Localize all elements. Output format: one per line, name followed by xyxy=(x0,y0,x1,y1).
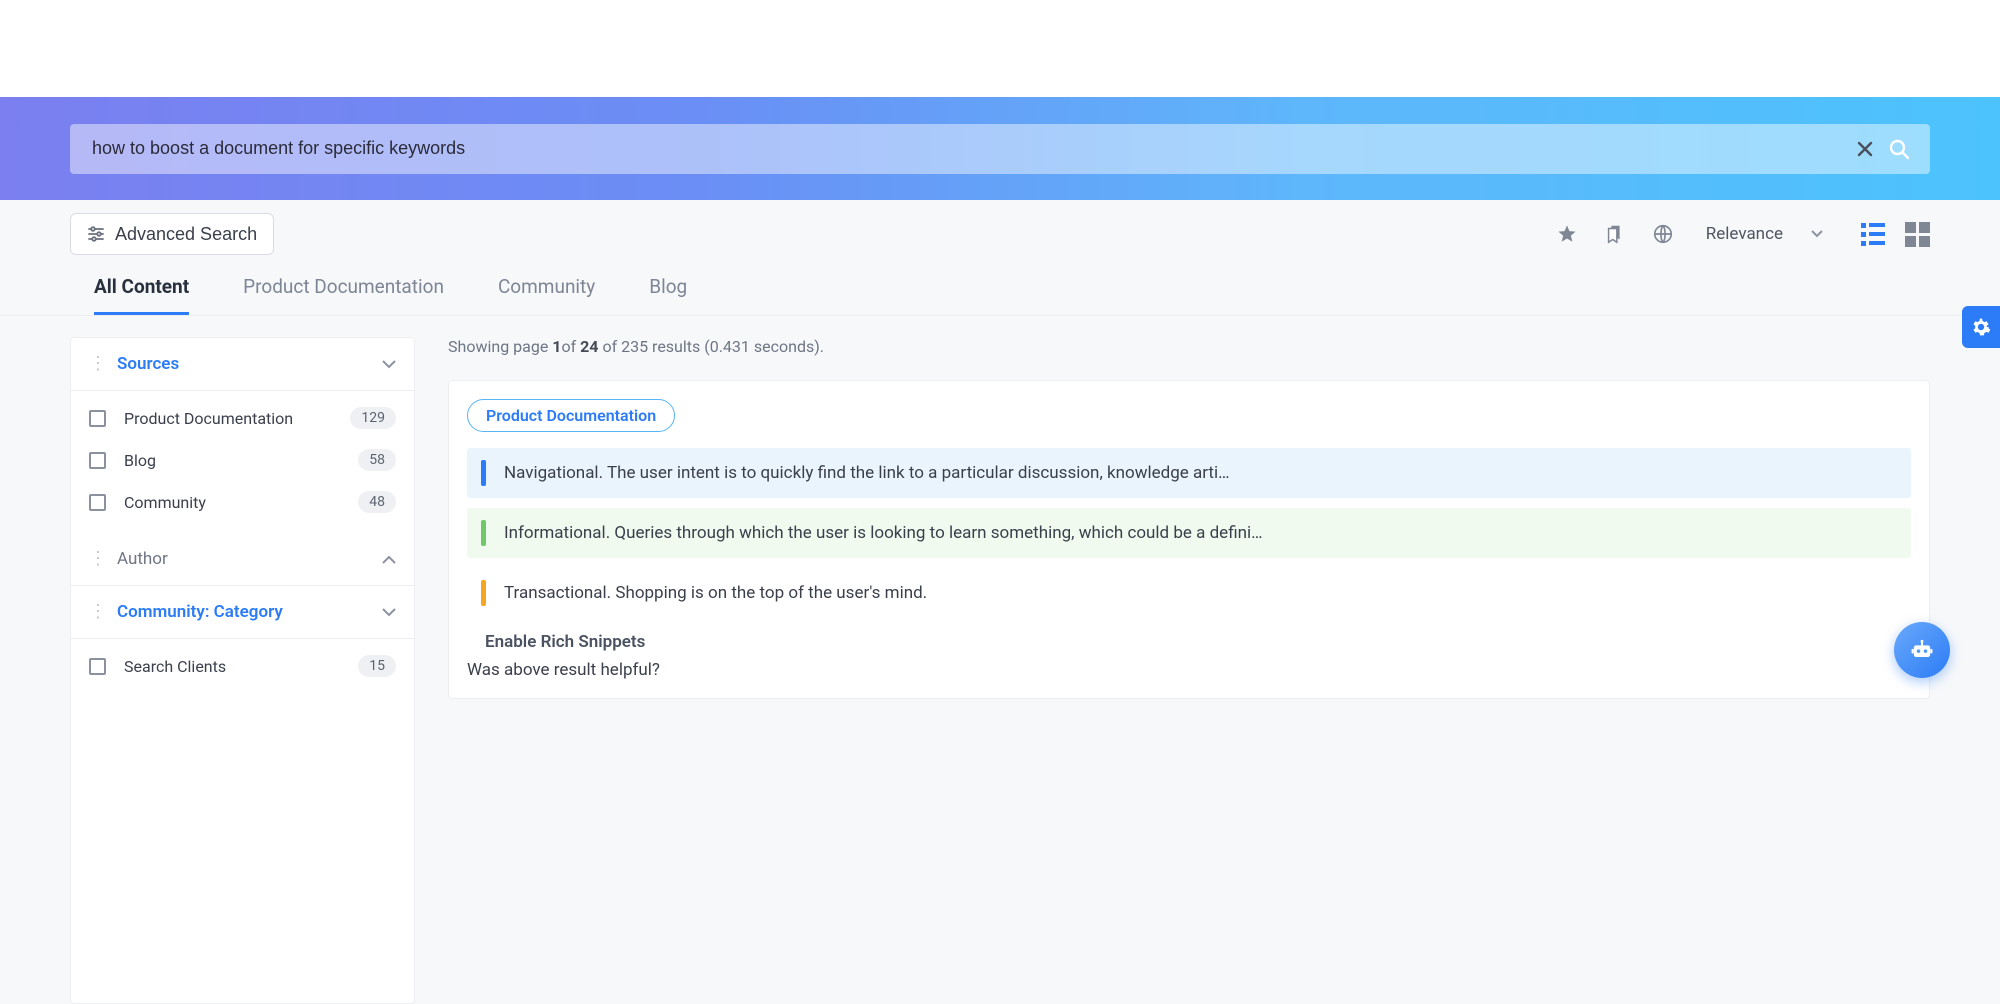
list-view-icon[interactable] xyxy=(1861,223,1885,246)
facet-item[interactable]: Community 48 xyxy=(71,481,414,523)
gear-icon xyxy=(1970,316,1992,338)
advanced-search-label: Advanced Search xyxy=(115,224,257,245)
checkbox[interactable] xyxy=(89,494,106,511)
facet-item[interactable]: Product Documentation 129 xyxy=(71,397,414,439)
facet-author[interactable]: ⋮ Author xyxy=(71,533,414,586)
chatbot-button[interactable] xyxy=(1894,622,1950,678)
clear-icon[interactable] xyxy=(1848,132,1882,166)
search-band xyxy=(0,97,2000,200)
facet-community-category[interactable]: ⋮ Community: Category xyxy=(71,586,414,639)
facet-title: Author xyxy=(117,549,382,569)
sort-dropdown[interactable]: Relevance xyxy=(1706,224,1823,244)
facet-title: Sources xyxy=(117,354,382,374)
snippet-informational[interactable]: Informational. Queries through which the… xyxy=(467,508,1911,558)
facet-item-count: 129 xyxy=(350,407,396,429)
facet-sidebar: ⋮ Sources Product Documentation 129 Blog… xyxy=(70,337,415,1004)
facet-item-label: Product Documentation xyxy=(124,409,350,428)
checkbox[interactable] xyxy=(89,658,106,675)
checkbox[interactable] xyxy=(89,452,106,469)
search-input[interactable] xyxy=(92,138,1848,159)
results-area: Showing page 1of 24 of 235 results (0.43… xyxy=(448,337,1930,1004)
tab-blog[interactable]: Blog xyxy=(649,275,687,315)
chevron-down-icon xyxy=(382,360,396,369)
facet-sources[interactable]: ⋮ Sources xyxy=(71,338,414,391)
facet-title: Community: Category xyxy=(117,602,382,622)
grid-view-icon[interactable] xyxy=(1905,222,1930,247)
snippet-text: Navigational. The user intent is to quic… xyxy=(504,463,1229,483)
sliders-icon xyxy=(87,225,105,243)
chevron-up-icon xyxy=(382,555,396,564)
accent-bar xyxy=(481,460,486,486)
facet-item-count: 48 xyxy=(358,491,396,513)
result-card: Product Documentation Navigational. The … xyxy=(448,380,1930,699)
snippet-transactional[interactable]: Transactional. Shopping is on the top of… xyxy=(467,568,1911,618)
source-chip[interactable]: Product Documentation xyxy=(467,399,675,432)
star-icon[interactable] xyxy=(1550,217,1584,251)
helpful-prompt: Was above result helpful? xyxy=(467,660,1911,680)
enable-rich-snippets-link[interactable]: Enable Rich Snippets xyxy=(485,632,1911,652)
search-box xyxy=(70,124,1930,174)
settings-float-button[interactable] xyxy=(1962,306,2000,348)
tab-all-content[interactable]: All Content xyxy=(94,275,189,315)
tab-product-docs[interactable]: Product Documentation xyxy=(243,275,444,315)
bookmarks-icon[interactable] xyxy=(1598,217,1632,251)
facet-item-label: Community xyxy=(124,493,358,512)
robot-icon xyxy=(1908,636,1936,664)
sort-label: Relevance xyxy=(1706,224,1783,244)
chevron-down-icon xyxy=(382,608,396,617)
toolbar: Advanced Search Relevance All Content Pr… xyxy=(0,200,2000,316)
chevron-down-icon xyxy=(1811,230,1823,238)
facet-item-label: Search Clients xyxy=(124,657,358,676)
facet-item-count: 58 xyxy=(358,449,396,471)
drag-icon: ⋮ xyxy=(89,607,107,617)
tab-community[interactable]: Community xyxy=(498,275,595,315)
results-summary: Showing page 1of 24 of 235 results (0.43… xyxy=(448,337,1930,356)
facet-item-label: Blog xyxy=(124,451,358,470)
facet-item[interactable]: Blog 58 xyxy=(71,439,414,481)
checkbox[interactable] xyxy=(89,410,106,427)
accent-bar xyxy=(481,520,486,546)
drag-icon: ⋮ xyxy=(89,359,107,369)
snippet-navigational[interactable]: Navigational. The user intent is to quic… xyxy=(467,448,1911,498)
search-icon[interactable] xyxy=(1882,132,1916,166)
drag-icon: ⋮ xyxy=(89,554,107,564)
globe-icon[interactable] xyxy=(1646,217,1680,251)
facet-item-count: 15 xyxy=(358,655,396,677)
advanced-search-button[interactable]: Advanced Search xyxy=(70,213,274,255)
snippet-text: Transactional. Shopping is on the top of… xyxy=(504,583,927,603)
snippet-text: Informational. Queries through which the… xyxy=(504,523,1263,543)
accent-bar xyxy=(481,580,486,606)
facet-item[interactable]: Search Clients 15 xyxy=(71,645,414,687)
content-tabs: All Content Product Documentation Commun… xyxy=(70,275,1930,315)
